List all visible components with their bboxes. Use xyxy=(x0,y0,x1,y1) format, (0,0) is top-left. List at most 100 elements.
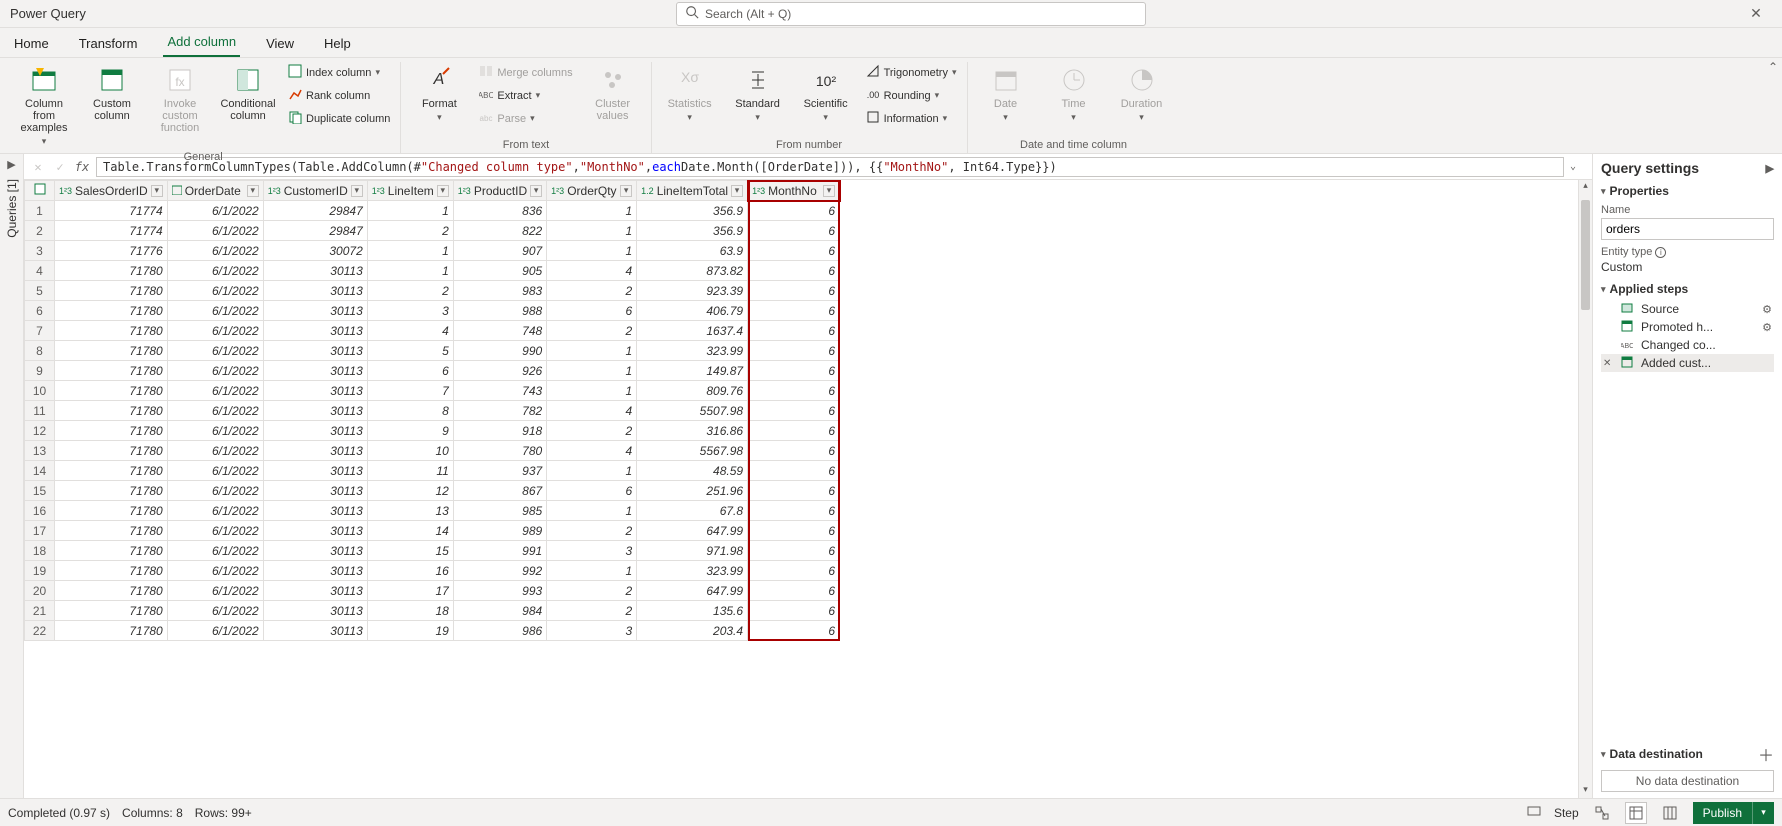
data-view-button[interactable] xyxy=(1625,802,1647,824)
cell[interactable]: 4 xyxy=(367,321,453,341)
cell[interactable]: 991 xyxy=(453,541,546,561)
cell[interactable]: 780 xyxy=(453,441,546,461)
cell-monthno[interactable]: 6 xyxy=(748,481,840,501)
standard-button[interactable]: Standard ▾ xyxy=(726,62,790,125)
rank-column-button[interactable]: Rank column xyxy=(284,85,394,106)
cell[interactable]: 905 xyxy=(453,261,546,281)
cell-monthno[interactable]: 6 xyxy=(748,581,840,601)
cell[interactable]: 5507.98 xyxy=(637,401,748,421)
index-column-button[interactable]: Index column ▾ xyxy=(284,62,394,83)
cell[interactable]: 6/1/2022 xyxy=(167,321,263,341)
column-header-salesorderid[interactable]: 1²3SalesOrderID▾ xyxy=(55,181,168,201)
cell-monthno[interactable]: 6 xyxy=(748,241,840,261)
cell[interactable]: 1637.4 xyxy=(637,321,748,341)
table-row[interactable]: 20717806/1/202230113179932647.996 xyxy=(25,581,840,601)
cell[interactable]: 8 xyxy=(367,401,453,421)
extract-button[interactable]: ABC Extract ▾ xyxy=(475,85,576,106)
cell[interactable]: 6/1/2022 xyxy=(167,621,263,641)
row-number[interactable]: 15 xyxy=(25,481,55,501)
row-number[interactable]: 5 xyxy=(25,281,55,301)
cell[interactable]: 1 xyxy=(547,341,637,361)
cell[interactable]: 1 xyxy=(367,241,453,261)
cell[interactable]: 6/1/2022 xyxy=(167,241,263,261)
cell[interactable]: 6/1/2022 xyxy=(167,441,263,461)
cell[interactable]: 984 xyxy=(453,601,546,621)
cell[interactable]: 30113 xyxy=(263,381,367,401)
cell[interactable]: 30113 xyxy=(263,281,367,301)
cell[interactable]: 5567.98 xyxy=(637,441,748,461)
cell-monthno[interactable]: 6 xyxy=(748,401,840,421)
step-changed-type[interactable]: ✕ ABC Changed co... xyxy=(1601,336,1774,354)
table-row[interactable]: 8717806/1/20223011359901323.996 xyxy=(25,341,840,361)
filter-dropdown-icon[interactable]: ▾ xyxy=(247,185,259,197)
cell[interactable]: 30113 xyxy=(263,621,367,641)
cell[interactable]: 836 xyxy=(453,201,546,221)
cell[interactable]: 1 xyxy=(547,501,637,521)
cell[interactable]: 6/1/2022 xyxy=(167,281,263,301)
cell[interactable]: 63.9 xyxy=(637,241,748,261)
cell[interactable]: 647.99 xyxy=(637,521,748,541)
cell[interactable]: 71780 xyxy=(55,261,168,281)
cell[interactable]: 971.98 xyxy=(637,541,748,561)
formula-expand-button[interactable]: ⌄ xyxy=(1570,161,1586,172)
cell[interactable]: 30113 xyxy=(263,301,367,321)
cell[interactable]: 251.96 xyxy=(637,481,748,501)
table-row[interactable]: 12717806/1/20223011399182316.866 xyxy=(25,421,840,441)
publish-dropdown[interactable]: ▾ xyxy=(1752,802,1774,824)
cell[interactable]: 6/1/2022 xyxy=(167,201,263,221)
filter-dropdown-icon[interactable]: ▾ xyxy=(437,185,449,197)
cell[interactable]: 30113 xyxy=(263,461,367,481)
cell[interactable]: 6/1/2022 xyxy=(167,561,263,581)
cell[interactable]: 356.9 xyxy=(637,221,748,241)
cell[interactable]: 2 xyxy=(547,521,637,541)
column-header-orderqty[interactable]: 1²3OrderQty▾ xyxy=(547,181,637,201)
cell[interactable]: 1 xyxy=(367,261,453,281)
cell[interactable]: 67.8 xyxy=(637,501,748,521)
ribbon-collapse[interactable]: ⌃ xyxy=(1768,60,1778,74)
row-number[interactable]: 2 xyxy=(25,221,55,241)
merge-columns-button[interactable]: Merge columns xyxy=(475,62,576,83)
invoke-custom-function-button[interactable]: fx Invoke custom function xyxy=(148,62,212,136)
cell[interactable]: 6 xyxy=(547,481,637,501)
table-row[interactable]: 18717806/1/202230113159913971.986 xyxy=(25,541,840,561)
cell[interactable]: 71780 xyxy=(55,321,168,341)
cell-monthno[interactable]: 6 xyxy=(748,441,840,461)
cell[interactable]: 873.82 xyxy=(637,261,748,281)
cell[interactable]: 6/1/2022 xyxy=(167,541,263,561)
row-number[interactable]: 1 xyxy=(25,201,55,221)
cell[interactable]: 71780 xyxy=(55,501,168,521)
cell[interactable]: 11 xyxy=(367,461,453,481)
cell[interactable]: 989 xyxy=(453,521,546,541)
column-header-monthno[interactable]: 1²3MonthNo▾ xyxy=(748,181,840,201)
cell[interactable]: 6/1/2022 xyxy=(167,461,263,481)
table-row[interactable]: 2717746/1/20222984728221356.96 xyxy=(25,221,840,241)
filter-dropdown-icon[interactable]: ▾ xyxy=(530,185,542,197)
row-number[interactable]: 18 xyxy=(25,541,55,561)
tab-transform[interactable]: Transform xyxy=(75,30,142,57)
table-row[interactable]: 7717806/1/202230113474821637.46 xyxy=(25,321,840,341)
cell-monthno[interactable]: 6 xyxy=(748,361,840,381)
filter-dropdown-icon[interactable]: ▾ xyxy=(620,185,632,197)
cell[interactable]: 17 xyxy=(367,581,453,601)
cell[interactable]: 71780 xyxy=(55,401,168,421)
cell[interactable]: 30113 xyxy=(263,581,367,601)
cell[interactable]: 986 xyxy=(453,621,546,641)
cell[interactable]: 3 xyxy=(367,301,453,321)
cell[interactable]: 937 xyxy=(453,461,546,481)
cell[interactable]: 9 xyxy=(367,421,453,441)
cell[interactable]: 71780 xyxy=(55,441,168,461)
row-number[interactable]: 14 xyxy=(25,461,55,481)
table-row[interactable]: 14717806/1/20223011311937148.596 xyxy=(25,461,840,481)
column-header-productid[interactable]: 1²3ProductID▾ xyxy=(453,181,546,201)
cell[interactable]: 71774 xyxy=(55,201,168,221)
step-source[interactable]: ✕ Source ⚙ xyxy=(1601,300,1774,318)
filter-dropdown-icon[interactable]: ▾ xyxy=(731,185,743,197)
cell[interactable]: 918 xyxy=(453,421,546,441)
scroll-up-icon[interactable]: ▴ xyxy=(1579,180,1592,194)
cell[interactable]: 1 xyxy=(547,561,637,581)
cell[interactable]: 809.76 xyxy=(637,381,748,401)
table-row[interactable]: 9717806/1/20223011369261149.876 xyxy=(25,361,840,381)
cell[interactable]: 30113 xyxy=(263,481,367,501)
cell[interactable]: 743 xyxy=(453,381,546,401)
duplicate-column-button[interactable]: Duplicate column xyxy=(284,108,394,129)
